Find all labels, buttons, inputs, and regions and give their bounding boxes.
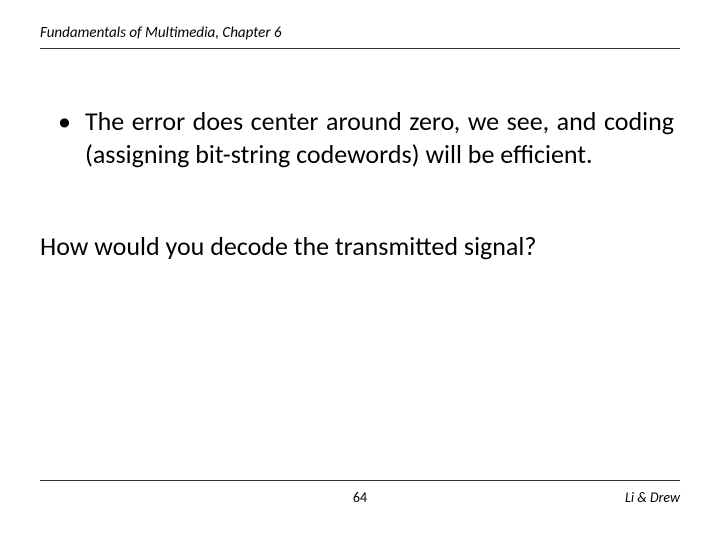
- header-title: Fundamentals of Multimedia: [40, 24, 215, 42]
- slide-header: Fundamentals of Multimedia, Chapter 6: [40, 24, 680, 49]
- slide-footer: . 64 Li & Drew: [40, 480, 680, 506]
- bullet-text: The error does center around zero, we se…: [85, 105, 674, 170]
- page-number: 64: [353, 489, 367, 506]
- slide-content: • The error does center around zero, we …: [40, 105, 680, 263]
- bullet-marker: •: [58, 105, 71, 138]
- header-chapter: , Chapter 6: [215, 24, 281, 42]
- question-text: How would you decode the transmitted sig…: [40, 230, 680, 263]
- bullet-item: • The error does center around zero, we …: [40, 105, 680, 170]
- footer-authors: Li & Drew: [625, 489, 680, 506]
- slide-container: Fundamentals of Multimedia, Chapter 6 • …: [0, 0, 720, 540]
